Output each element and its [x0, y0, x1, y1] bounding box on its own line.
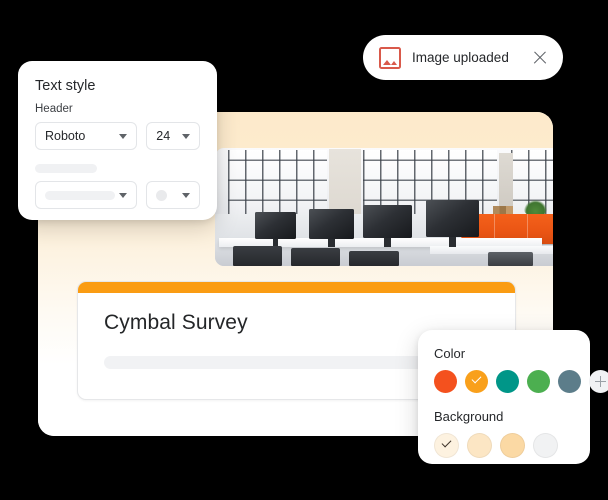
- close-icon[interactable]: [532, 50, 548, 66]
- header-style-label: Header: [35, 103, 73, 115]
- color-swatch-green[interactable]: [527, 370, 550, 393]
- secondary-style-controls-row: [35, 181, 200, 209]
- color-swatch-teal[interactable]: [496, 370, 519, 393]
- survey-accent-bar: [78, 282, 515, 293]
- background-section-label: Background: [434, 409, 504, 424]
- secondary-select-value-placeholder: [45, 190, 115, 200]
- chevron-down-icon: [119, 192, 128, 198]
- photo-chair-3: [349, 250, 399, 266]
- photo-chair-1: [232, 245, 283, 266]
- color-swatch-amber[interactable]: [465, 370, 488, 393]
- background-swatch-light-peach[interactable]: [467, 433, 492, 458]
- hero-image[interactable]: [215, 148, 553, 266]
- toast-message: Image uploaded: [412, 50, 509, 65]
- color-section-label: Color: [434, 346, 466, 361]
- chevron-down-icon: [182, 192, 190, 198]
- background-swatch-grey[interactable]: [533, 433, 558, 458]
- photo-chair-2: [291, 248, 341, 266]
- photo-monitor-2: [309, 209, 354, 248]
- header-style-controls-row: Roboto 24: [35, 122, 200, 150]
- image-icon: [379, 46, 401, 69]
- color-swatch-orange-red[interactable]: [434, 370, 457, 393]
- secondary-select[interactable]: [35, 181, 138, 209]
- photo-chair-4: [488, 251, 534, 266]
- background-swatch-cream[interactable]: [434, 433, 459, 458]
- chevron-down-icon: [182, 133, 190, 139]
- color-panel: Color Background: [418, 330, 608, 464]
- text-style-panel-title: Text style: [35, 78, 96, 94]
- add-color-button[interactable]: [589, 370, 608, 393]
- color-swatch-row: [434, 370, 608, 393]
- font-family-select[interactable]: Roboto: [35, 122, 138, 150]
- secondary-color-select[interactable]: [146, 181, 200, 209]
- background-swatch-row: [434, 433, 574, 458]
- font-family-value: Roboto: [45, 129, 86, 143]
- text-style-panel: Text style Header Roboto 24: [18, 61, 217, 220]
- secondary-style-label-placeholder: [35, 164, 97, 173]
- photo-monitor-3: [362, 204, 413, 248]
- font-size-select[interactable]: 24: [146, 122, 200, 150]
- color-swatch-blue-grey[interactable]: [558, 370, 581, 393]
- photo-monitor-4: [425, 199, 480, 248]
- chevron-down-icon: [119, 133, 128, 139]
- background-swatch-peach[interactable]: [500, 433, 525, 458]
- image-uploaded-toast: Image uploaded: [363, 35, 563, 80]
- photo-monitor-1: [255, 211, 296, 248]
- color-swatch-preview: [156, 189, 168, 201]
- font-size-value: 24: [156, 129, 171, 143]
